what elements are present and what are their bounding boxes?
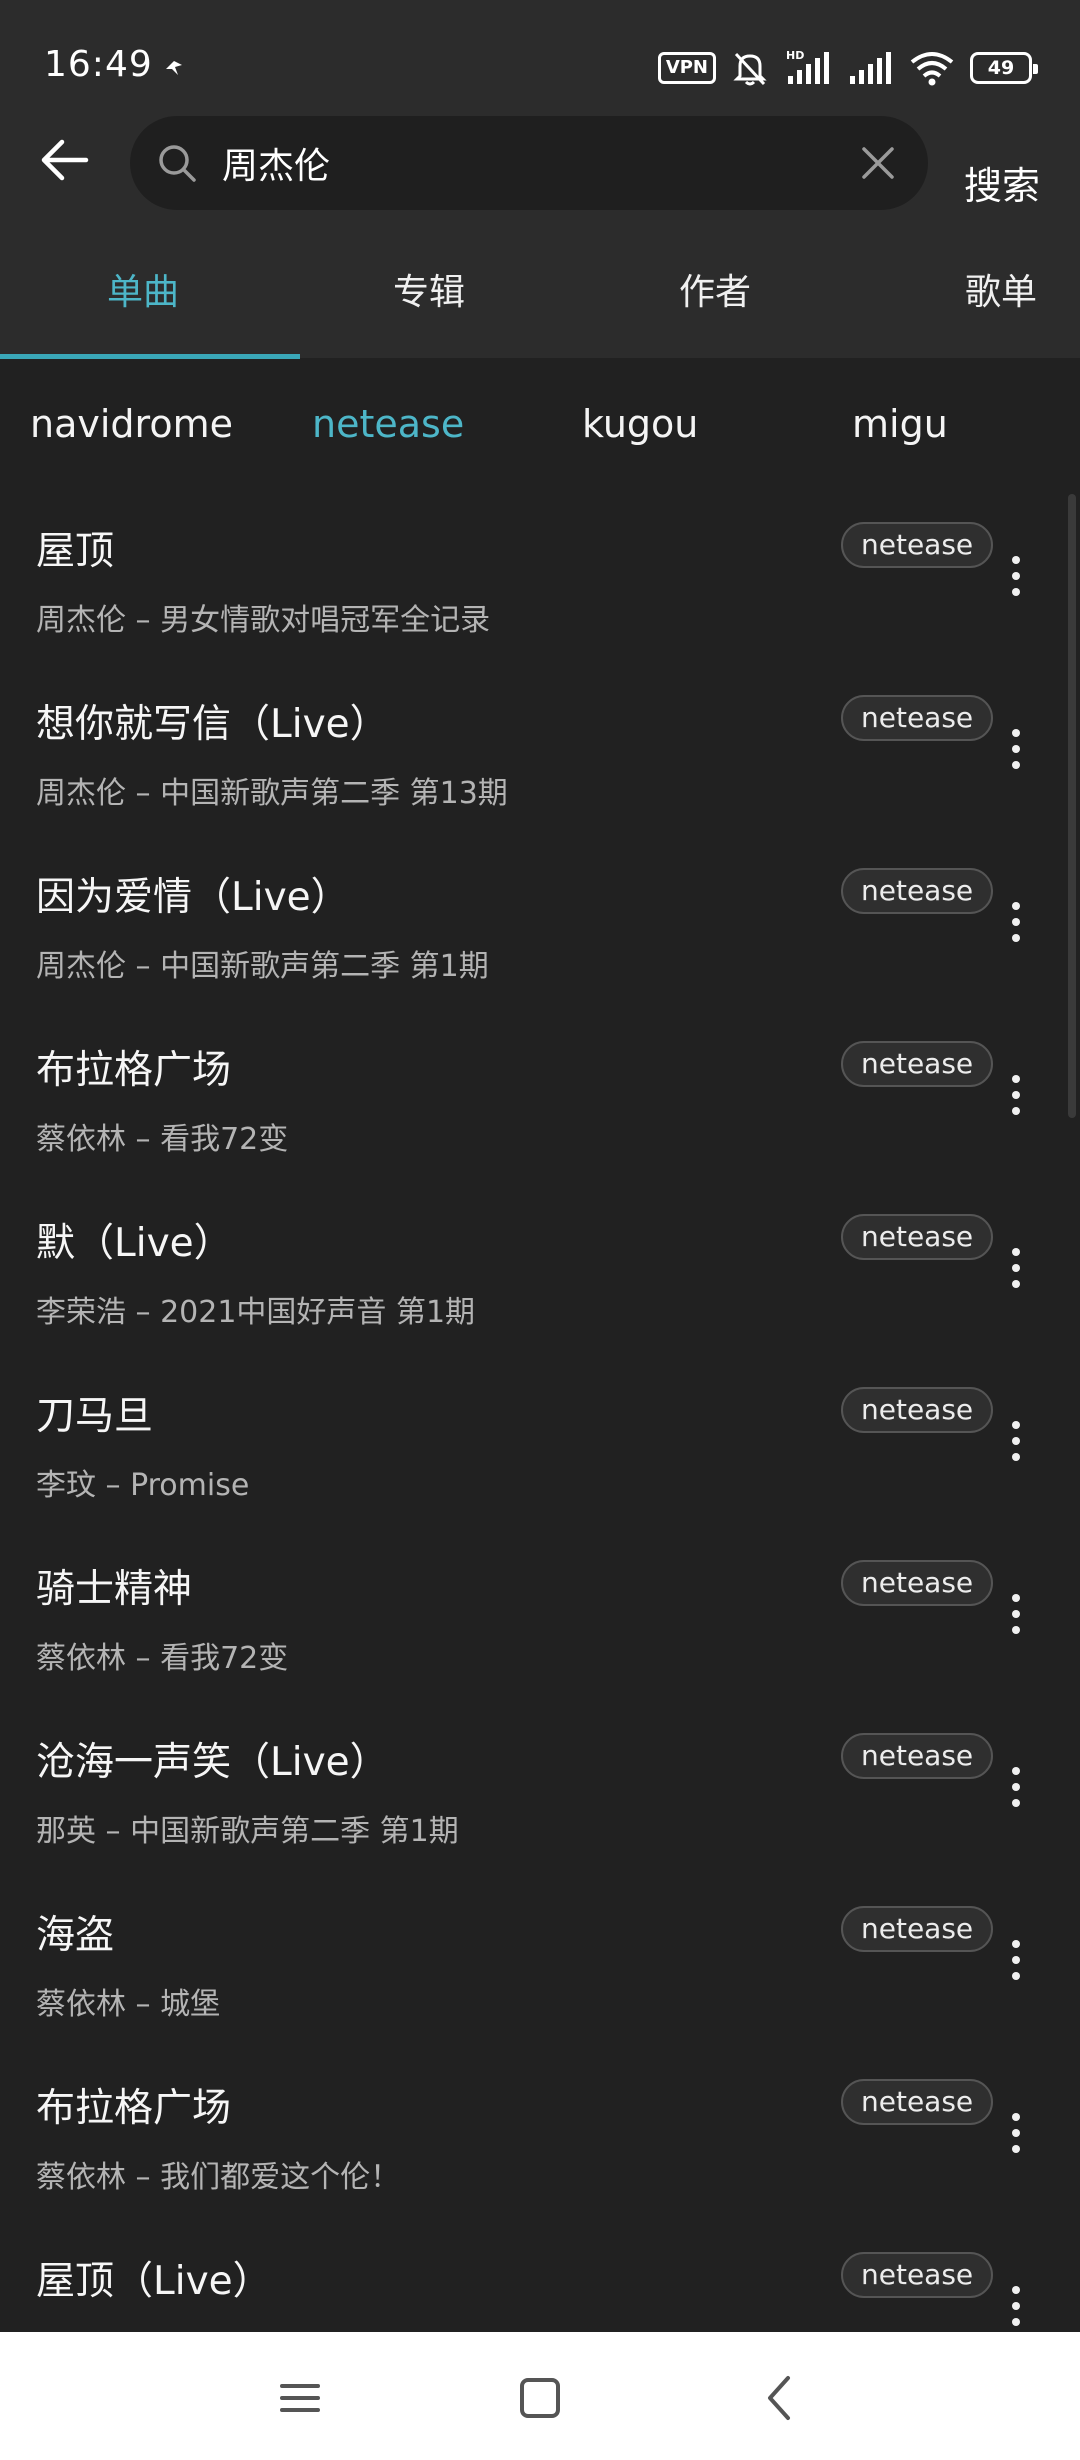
more-options-icon[interactable] (1002, 902, 1030, 946)
notification-bird-icon (166, 61, 182, 75)
song-title: 刀马旦 (36, 1394, 154, 1439)
source-badge: netease (841, 1214, 994, 1260)
song-title: 布拉格广场 (36, 1048, 232, 1093)
source-netease[interactable]: netease (312, 402, 464, 446)
song-subtitle: 李荣浩 – 2021中国好声音 第1期 (36, 1295, 476, 1330)
search-submit-button[interactable]: 搜索 (964, 155, 1040, 210)
tab-artists[interactable]: 作者 (572, 228, 858, 358)
tab-playlists[interactable]: 歌单 (858, 228, 1080, 358)
song-subtitle: 李玟 – Promise (36, 1468, 250, 1503)
search-box[interactable] (130, 116, 928, 210)
app-root: 16:49 VPN HD 49 周杰伦 搜索 单曲 专辑 作者 歌单 navid… (0, 0, 1080, 2460)
song-title: 海盗 (36, 1913, 115, 1958)
song-title: 屋顶（Live） (36, 2259, 272, 2304)
song-row[interactable]: 屋顶（Live） netease (0, 2224, 1080, 2332)
song-row[interactable]: 布拉格广场 蔡依林 – 我们都爱这个伦！ netease (0, 2051, 1080, 2224)
song-title: 想你就写信（Live） (36, 702, 389, 747)
more-options-icon[interactable] (1002, 1075, 1030, 1119)
source-badge: netease (841, 695, 994, 741)
top-bar: 16:49 VPN HD 49 周杰伦 搜索 (0, 0, 1080, 228)
system-nav-bar (0, 2332, 1080, 2460)
song-row[interactable]: 想你就写信（Live） 周杰伦 – 中国新歌声第二季 第13期 netease (0, 667, 1080, 840)
song-title: 沧海一声笑（Live） (36, 1740, 389, 1785)
status-bar: 16:49 VPN HD 49 (0, 0, 1080, 120)
source-badge: netease (841, 522, 994, 568)
battery-level: 49 (987, 57, 1015, 79)
more-options-icon[interactable] (1002, 556, 1030, 600)
mute-bell-icon (733, 52, 767, 86)
tab-songs[interactable]: 单曲 (0, 228, 286, 358)
song-subtitle: 周杰伦 – 男女情歌对唱冠军全记录 (36, 603, 491, 638)
song-row[interactable]: 屋顶 周杰伦 – 男女情歌对唱冠军全记录 netease (0, 494, 1080, 667)
song-title: 骑士精神 (36, 1567, 193, 1612)
more-options-icon[interactable] (1002, 2113, 1030, 2157)
song-subtitle: 那英 – 中国新歌声第二季 第1期 (36, 1814, 459, 1849)
more-options-icon[interactable] (1002, 1594, 1030, 1638)
source-badge: netease (841, 1560, 994, 1606)
source-badge: netease (841, 868, 994, 914)
song-row[interactable]: 布拉格广场 蔡依林 – 看我72变 netease (0, 1013, 1080, 1186)
source-badge: netease (841, 1041, 994, 1087)
song-subtitle: 蔡依林 – 我们都爱这个伦！ (36, 2160, 401, 2195)
search-input[interactable] (222, 138, 782, 188)
more-options-icon[interactable] (1002, 2286, 1030, 2330)
song-title: 屋顶 (36, 529, 115, 574)
song-subtitle: 蔡依林 – 看我72变 (36, 1641, 289, 1676)
song-subtitle: 周杰伦 – 中国新歌声第二季 第1期 (36, 949, 489, 984)
source-badge: netease (841, 1733, 994, 1779)
song-row[interactable]: 因为爱情（Live） 周杰伦 – 中国新歌声第二季 第1期 netease (0, 840, 1080, 1013)
menu-icon[interactable] (270, 2368, 330, 2428)
source-badge: netease (841, 1387, 994, 1433)
signal-icon (850, 52, 891, 84)
song-row[interactable]: 沧海一声笑（Live） 那英 – 中国新歌声第二季 第1期 netease (0, 1705, 1080, 1878)
song-row[interactable]: 默（Live） 李荣浩 – 2021中国好声音 第1期 netease (0, 1186, 1080, 1359)
song-title: 默（Live） (36, 1221, 233, 1266)
more-options-icon[interactable] (1002, 1940, 1030, 1984)
song-title: 布拉格广场 (36, 2086, 232, 2131)
source-migu[interactable]: migu (852, 402, 948, 446)
vpn-indicator: VPN (657, 52, 716, 84)
source-navidrome[interactable]: navidrome (30, 402, 233, 446)
category-tabs: 单曲 专辑 作者 歌单 (0, 228, 1080, 359)
search-icon (159, 145, 196, 182)
status-icons: VPN HD 49 (657, 48, 1038, 88)
list-scrollbar[interactable] (1068, 494, 1076, 1118)
more-options-icon[interactable] (1002, 729, 1030, 773)
wifi-icon (910, 52, 954, 86)
home-square-icon[interactable] (510, 2368, 570, 2428)
source-badge: netease (841, 2079, 994, 2125)
status-time: 16:49 (44, 44, 153, 85)
back-chevron-icon[interactable] (750, 2368, 810, 2428)
song-row[interactable]: 海盗 蔡依林 – 城堡 netease (0, 1878, 1080, 2051)
more-options-icon[interactable] (1002, 1421, 1030, 1465)
song-subtitle: 蔡依林 – 看我72变 (36, 1122, 289, 1157)
svg-text:HD: HD (786, 49, 804, 62)
song-row[interactable]: 刀马旦 李玟 – Promise netease (0, 1359, 1080, 1532)
more-options-icon[interactable] (1002, 1767, 1030, 1811)
more-options-icon[interactable] (1002, 1248, 1030, 1292)
song-subtitle: 蔡依林 – 城堡 (36, 1987, 221, 2022)
signal-hd-icon: HD (786, 49, 829, 84)
song-subtitle: 周杰伦 – 中国新歌声第二季 第13期 (36, 776, 508, 811)
back-arrow-icon[interactable] (36, 132, 92, 188)
source-badge: netease (841, 1906, 994, 1952)
tab-albums[interactable]: 专辑 (286, 228, 572, 358)
source-badge: netease (841, 2252, 994, 2298)
battery-icon: 49 (970, 52, 1038, 84)
source-kugou[interactable]: kugou (582, 402, 698, 446)
song-title: 因为爱情（Live） (36, 875, 350, 920)
song-list: 屋顶 周杰伦 – 男女情歌对唱冠军全记录 netease 想你就写信（Live）… (0, 494, 1080, 2332)
clear-icon[interactable] (856, 141, 900, 185)
source-filter: navidrome netease kugou migu (0, 358, 1080, 494)
song-row[interactable]: 骑士精神 蔡依林 – 看我72变 netease (0, 1532, 1080, 1705)
